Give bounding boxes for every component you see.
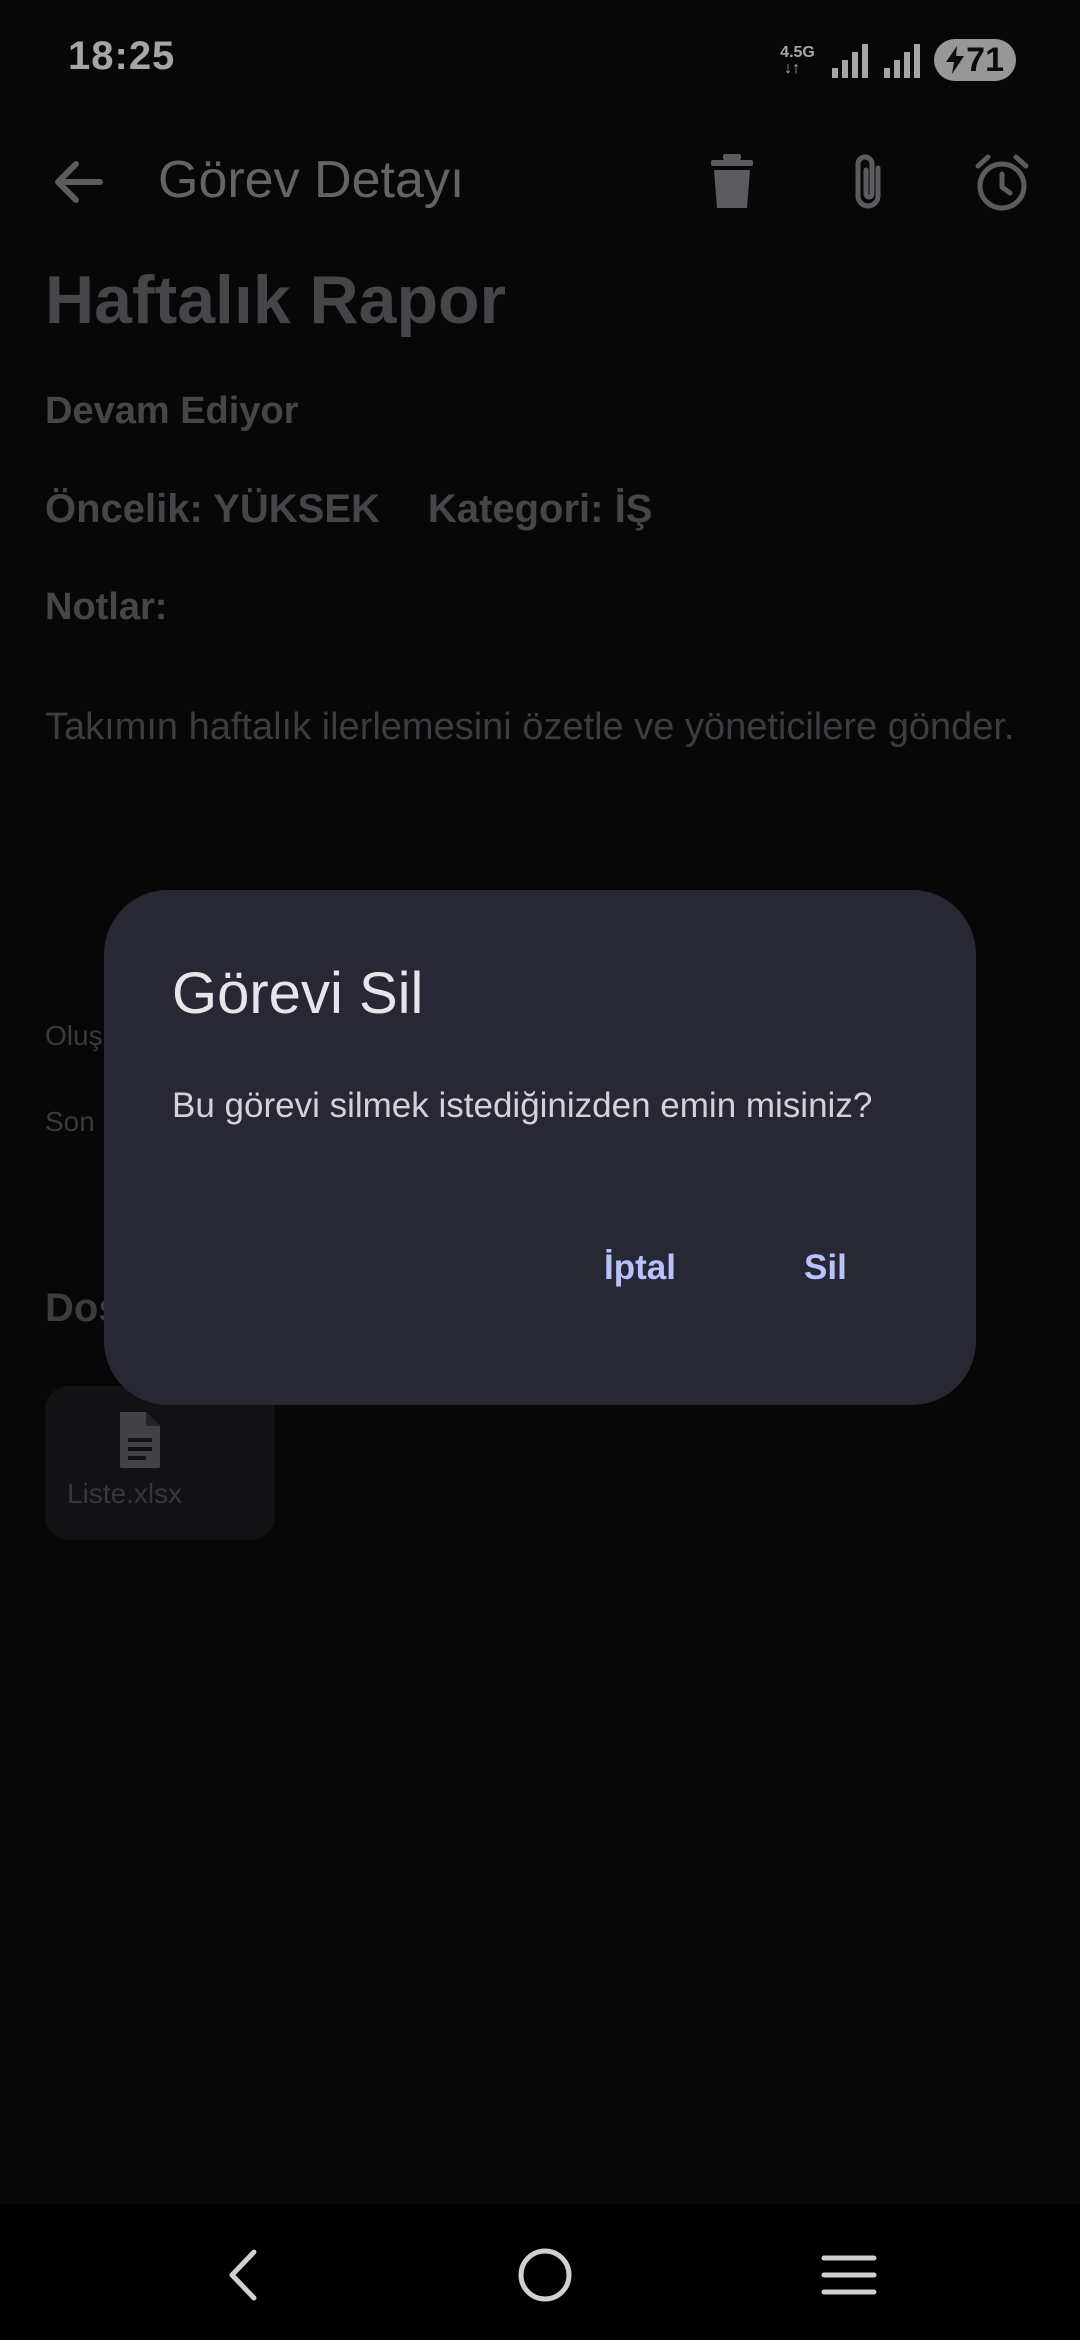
nav-menu-icon[interactable]: [814, 2240, 884, 2310]
cancel-button[interactable]: İptal: [590, 1240, 690, 1296]
confirm-delete-button[interactable]: Sil: [790, 1240, 861, 1296]
system-nav-bar: [0, 2204, 1080, 2340]
dialog-message: Bu görevi silmek istediğinizden emin mis…: [172, 1086, 873, 1125]
nav-back-icon[interactable]: [210, 2240, 280, 2310]
delete-dialog: Görevi Sil Bu görevi silmek istediğinizd…: [104, 890, 976, 1405]
dialog-title: Görevi Sil: [172, 961, 424, 1026]
nav-home-icon[interactable]: [510, 2240, 580, 2310]
